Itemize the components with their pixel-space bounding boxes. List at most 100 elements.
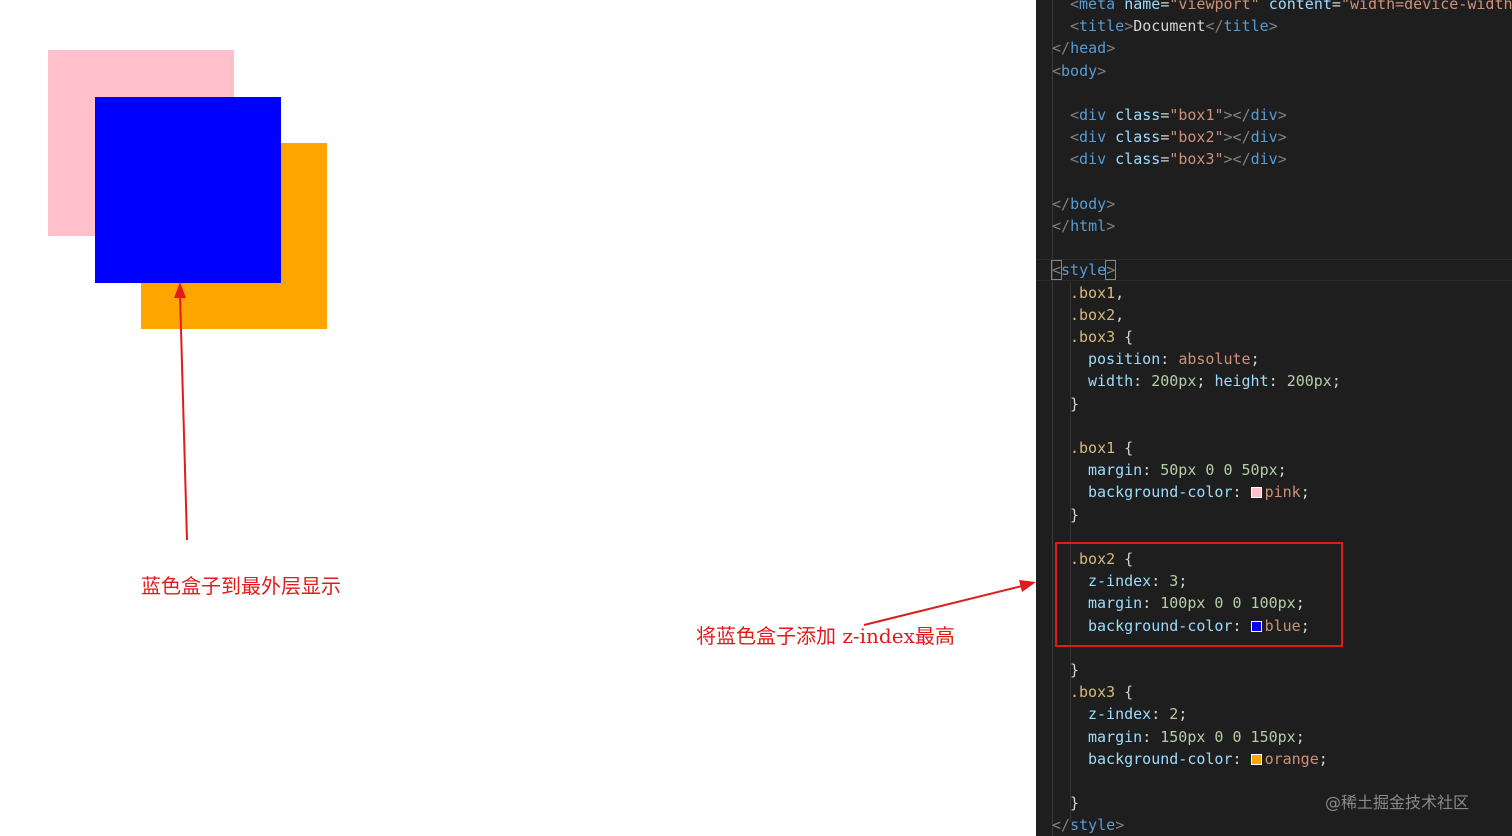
code-token: .box3 <box>1070 683 1116 702</box>
code-token: > <box>1106 194 1116 213</box>
code-token: div <box>1250 150 1278 169</box>
code-token: > <box>1277 150 1287 169</box>
code-token: : <box>1142 727 1161 746</box>
code-line[interactable]: width: 200px; height: 200px; <box>1088 370 1341 392</box>
code-line[interactable]: margin: 50px 0 0 50px; <box>1088 459 1287 481</box>
code-token: margin <box>1088 727 1143 746</box>
code-line[interactable]: } <box>1070 393 1079 415</box>
code-token: body <box>1061 61 1098 80</box>
code-token: body <box>1070 194 1107 213</box>
code-token: < <box>1070 128 1080 147</box>
code-token: html <box>1070 217 1107 235</box>
code-line[interactable]: background-color: pink; <box>1088 481 1310 503</box>
code-token: < <box>1070 0 1080 13</box>
code-token: 200px <box>1151 372 1197 391</box>
code-token: .box3 <box>1070 328 1116 346</box>
code-token: </ <box>1052 816 1071 835</box>
code-token: > <box>1097 61 1107 80</box>
code-line[interactable]: <style> <box>1050 259 1117 281</box>
code-token: absolute <box>1178 350 1251 369</box>
code-token: 150px 0 0 150px <box>1160 727 1296 746</box>
code-line[interactable]: z-index: 2; <box>1088 703 1187 725</box>
code-line[interactable]: <div class="box1"></div> <box>1070 104 1287 126</box>
code-token: style <box>1070 816 1116 835</box>
code-line[interactable]: position: absolute; <box>1088 348 1260 370</box>
code-line[interactable]: </body> <box>1052 193 1115 215</box>
code-token: } <box>1070 794 1080 813</box>
code-line[interactable]: } <box>1070 504 1079 526</box>
code-token: < <box>1070 17 1080 36</box>
code-token: class <box>1115 128 1161 147</box>
code-line[interactable]: <div class="box3"></div> <box>1070 148 1287 170</box>
code-token: head <box>1070 39 1107 58</box>
code-token: > <box>1115 816 1125 835</box>
code-token: .box1 <box>1070 283 1116 302</box>
code-line[interactable]: margin: 150px 0 0 150px; <box>1088 726 1305 748</box>
code-token: ; <box>1318 749 1328 768</box>
code-line[interactable]: <meta name="viewport" content="width=dev… <box>1070 0 1512 15</box>
code-token: "box2" <box>1169 128 1224 147</box>
code-token: > <box>1106 217 1116 235</box>
code-token: z-index <box>1088 705 1152 724</box>
code-token: ; <box>1178 705 1188 724</box>
code-token: title <box>1079 17 1125 36</box>
code-token: = <box>1160 128 1170 147</box>
code-line[interactable]: } <box>1070 659 1079 681</box>
code-editor[interactable]: <meta name="viewport" content="width=dev… <box>1036 0 1512 836</box>
code-line[interactable]: </html> <box>1052 215 1115 237</box>
code-line[interactable]: </head> <box>1052 37 1115 59</box>
code-line[interactable]: <title>Document</title> <box>1070 15 1278 37</box>
code-token: div <box>1079 128 1107 147</box>
code-token: margin <box>1088 461 1143 480</box>
code-token: </ <box>1052 194 1071 213</box>
code-token: : <box>1133 372 1152 391</box>
code-token: , <box>1115 283 1125 302</box>
code-line[interactable]: <body> <box>1052 60 1106 82</box>
code-token: ; <box>1331 372 1341 391</box>
code-token: } <box>1070 505 1080 524</box>
code-token: > <box>1277 128 1287 147</box>
code-token: , <box>1115 305 1125 324</box>
code-line[interactable]: .box1 { <box>1070 437 1133 459</box>
code-token: 200px <box>1286 372 1332 391</box>
code-token: width <box>1088 372 1134 391</box>
code-token: = <box>1331 0 1341 13</box>
code-token: pink <box>1264 483 1301 502</box>
code-token: > <box>1106 39 1116 58</box>
code-token: ; <box>1250 350 1260 369</box>
code-line[interactable]: <div class="box2"></div> <box>1070 126 1287 148</box>
code-token: background-color <box>1088 749 1233 768</box>
code-token: : <box>1232 749 1251 768</box>
code-token: } <box>1070 394 1080 413</box>
code-token: Document <box>1133 17 1206 36</box>
code-token: ; <box>1196 372 1215 391</box>
code-token: { <box>1115 683 1134 702</box>
code-token: position <box>1088 350 1161 369</box>
code-line[interactable]: .box3 { <box>1070 681 1133 703</box>
code-token: { <box>1115 439 1134 457</box>
color-swatch-icon[interactable] <box>1250 487 1262 499</box>
code-line[interactable]: background-color: orange; <box>1088 748 1328 770</box>
code-line[interactable]: } <box>1070 792 1079 814</box>
code-token: 2 <box>1169 705 1179 724</box>
code-token: div <box>1250 106 1278 124</box>
code-token: height <box>1214 372 1269 391</box>
code-token: > <box>1124 17 1134 36</box>
code-token: class <box>1115 106 1161 124</box>
code-line[interactable]: .box3 { <box>1070 326 1133 348</box>
code-line[interactable]: .box1, <box>1070 282 1124 304</box>
code-token: } <box>1070 661 1080 679</box>
code-token: { <box>1115 328 1134 346</box>
code-token: : <box>1232 483 1251 502</box>
code-token: </ <box>1205 17 1224 36</box>
color-swatch-icon[interactable] <box>1250 753 1262 765</box>
code-token: < <box>1052 61 1062 80</box>
code-token: </ <box>1052 39 1071 58</box>
code-token: : <box>1151 705 1170 724</box>
code-token: name <box>1124 0 1161 13</box>
code-line[interactable]: .box2, <box>1070 304 1124 326</box>
code-line[interactable]: </style> <box>1052 814 1124 836</box>
watermark: @稀土掘金技术社区 <box>1325 793 1470 812</box>
code-token: : <box>1268 372 1287 391</box>
